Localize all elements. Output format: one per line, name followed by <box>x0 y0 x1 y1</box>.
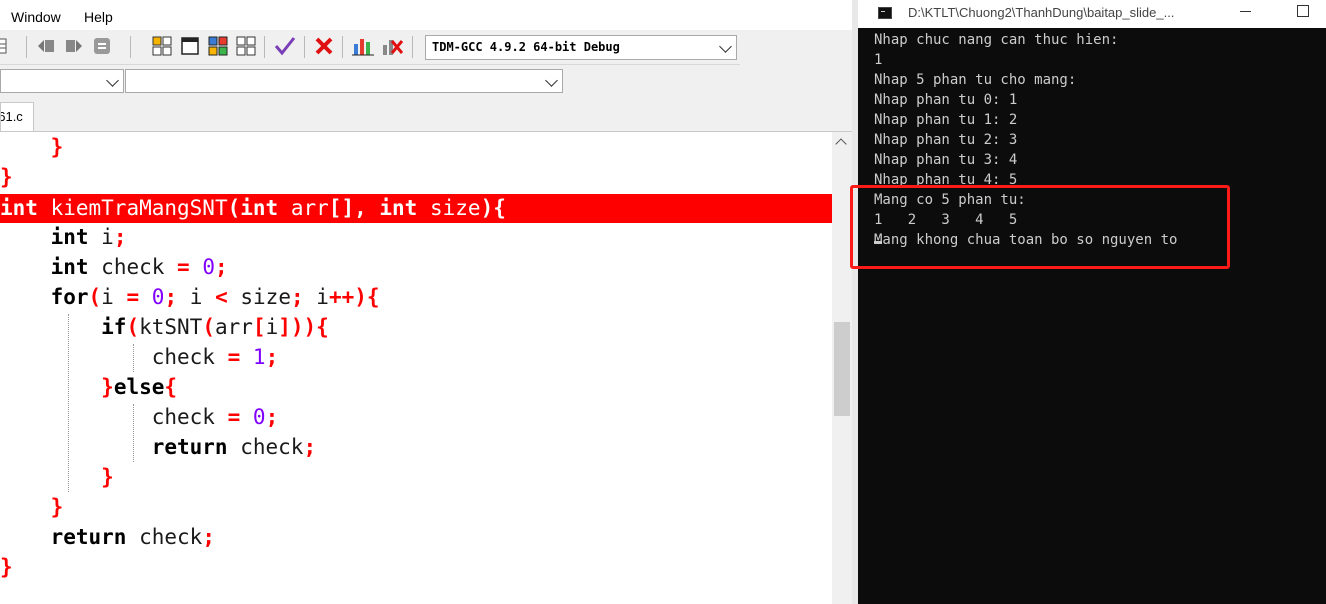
code-editor[interactable]: } } int kiemTraMangSNT(int arr[], int si… <box>0 132 832 604</box>
code-line: } <box>0 135 64 159</box>
code-line: check = 1; <box>151 345 279 369</box>
ide-window: Window Help TDM-GCC 4.9.2 64-bit Debug 1… <box>0 0 858 604</box>
close-red-x-icon[interactable] <box>314 36 334 56</box>
code-line: int i; <box>50 225 127 249</box>
console-titlebar: D:\KTLT\Chuong2\ThanhDung\baitap_slide_.… <box>858 0 1326 28</box>
console-line: Nhap phan tu 2: 3 <box>874 132 1018 148</box>
highlight-callout-box <box>850 185 1230 269</box>
indent-guide <box>68 314 69 492</box>
tab-file[interactable]: e61.c <box>0 102 34 131</box>
maximize-button[interactable] <box>1290 2 1318 24</box>
toolbar-separator <box>264 36 265 58</box>
scrollbar-thumb[interactable] <box>834 322 850 416</box>
editor-scrollbar[interactable] <box>832 132 852 604</box>
code-line: }else{ <box>101 375 178 399</box>
function-select[interactable] <box>125 69 563 93</box>
chart-icon[interactable] <box>352 36 374 56</box>
code-line: int check = 0; <box>50 255 228 279</box>
console-app-icon <box>878 7 892 19</box>
code-line-highlighted: int kiemTraMangSNT(int arr[], int size){ <box>0 194 832 223</box>
scroll-up-arrow-icon[interactable] <box>835 138 847 150</box>
toolbar-separator <box>342 36 343 58</box>
code-line: } <box>0 165 13 189</box>
console-line: Nhap phan tu 0: 1 <box>874 92 1018 108</box>
toolbar-separator <box>304 36 305 58</box>
toolbar-separator <box>412 36 413 58</box>
console-window: D:\KTLT\Chuong2\ThanhDung\baitap_slide_.… <box>858 0 1326 604</box>
tab-file-label: e61.c <box>1 109 23 124</box>
menu-help[interactable]: Help <box>84 9 113 25</box>
toggle-comment-icon[interactable] <box>92 36 112 56</box>
code-line: } <box>0 555 13 579</box>
toolbar-icon-partial[interactable] <box>0 36 14 56</box>
code-line: for(i = 0; i < size; i++){ <box>50 285 380 309</box>
console-line: Nhap chuc nang can thuc hien: <box>874 32 1119 48</box>
code-line: return check; <box>50 525 215 549</box>
code-line: } <box>101 465 114 489</box>
indent-guide <box>133 344 134 372</box>
unindent-icon[interactable] <box>64 36 84 56</box>
console-title: D:\KTLT\Chuong2\ThanhDung\baitap_slide_.… <box>908 5 1175 20</box>
profile-icon[interactable] <box>381 36 404 56</box>
indent-guide <box>133 404 134 462</box>
minimize-button[interactable] <box>1232 2 1260 22</box>
class-select[interactable] <box>0 69 124 93</box>
code-line: } <box>50 495 64 519</box>
grid-view-icon[interactable] <box>236 36 256 56</box>
check-syntax-icon[interactable] <box>274 36 296 56</box>
compiler-select[interactable]: TDM-GCC 4.9.2 64-bit Debug <box>425 35 737 60</box>
layout-grid-icon[interactable] <box>152 36 172 56</box>
menu-bar: Window Help <box>0 0 858 30</box>
console-line: 1 <box>874 52 883 68</box>
chevron-down-icon <box>106 74 119 87</box>
code-line: if(ktSNT(arr[i])){ <box>101 315 329 339</box>
compiler-select-value: TDM-GCC 4.9.2 64-bit Debug <box>432 40 620 54</box>
window-icon[interactable] <box>180 36 200 56</box>
chevron-down-icon <box>545 74 558 87</box>
toolbar-separator <box>130 36 131 58</box>
editor-tab-bar: e61.c <box>0 99 858 132</box>
indent-icon[interactable] <box>36 36 56 56</box>
tile-windows-icon[interactable] <box>208 36 228 56</box>
console-line: Nhap 5 phan tu cho mang: <box>874 72 1077 88</box>
console-line: Nhap phan tu 3: 4 <box>874 152 1018 168</box>
console-line: Nhap phan tu 1: 2 <box>874 112 1018 128</box>
chevron-down-icon <box>719 40 732 53</box>
menu-window[interactable]: Window <box>11 9 61 25</box>
code-line: return check; <box>151 435 317 459</box>
toolbar-separator <box>26 36 27 58</box>
code-line: check = 0; <box>151 405 279 429</box>
class-browser-bar <box>0 65 565 99</box>
